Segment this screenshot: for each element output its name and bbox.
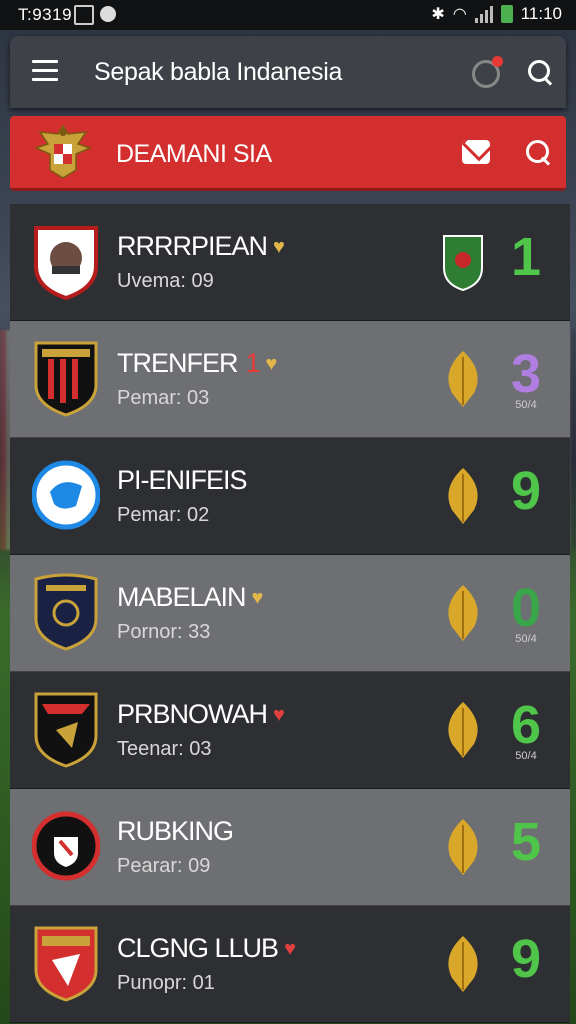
league-name: DEAMANI SIA (116, 140, 272, 168)
app-bar: Sepak babla Indanesia (10, 36, 566, 108)
team-name-line: TRENFER 1 ♥ (117, 348, 278, 379)
team-name-line: RRRRPIEAN ♥ (117, 231, 285, 262)
team-crest (32, 222, 100, 301)
status-clock: 11:10 (520, 4, 562, 23)
team-score-sub: 50/4 (515, 399, 537, 411)
signal-icon (474, 5, 493, 23)
team-score-sub: 50/4 (515, 633, 537, 645)
team-crest (32, 690, 100, 768)
team-row[interactable]: PI-ENIFEIS Pemar: 02 9 (10, 438, 570, 555)
team-row[interactable]: CLGNG LLUB ♥ Punopr: 01 9 (10, 906, 570, 1023)
favorite-heart-icon[interactable]: ♥ (284, 938, 296, 961)
team-name: CLGNG LLUB (117, 933, 279, 963)
team-list: RRRRPIEAN ♥ Uvema: 09 1 TRENFER 1 ♥ Pemar: … (10, 204, 570, 1023)
team-subtitle: Teenar: 03 (117, 738, 212, 760)
team-score-sub: 50/4 (515, 750, 537, 762)
bluetooth-icon: ✱ (431, 6, 445, 23)
team-subtitle: Pemar: 02 (117, 504, 210, 526)
team-name: RUBKING (117, 816, 234, 846)
league-search-icon[interactable] (524, 138, 556, 170)
team-crest (32, 573, 100, 651)
team-subtitle: Pemar: 03 (117, 387, 210, 409)
team-name-line: MABELAIN ♥ (117, 582, 264, 613)
team-score: 9 (510, 929, 542, 989)
team-name: PRBNOWAH (117, 699, 268, 729)
team-row[interactable]: TRENFER 1 ♥ Pemar: 03 3 50/4 (10, 321, 570, 438)
team-subtitle: Punopr: 01 (117, 972, 215, 994)
team-row[interactable]: RUBKING Pearar: 09 5 (10, 789, 570, 906)
leaf-icon (448, 351, 478, 407)
favorite-heart-icon[interactable]: ♥ (266, 353, 278, 376)
team-name: RRRRPIEAN (117, 231, 268, 261)
app-notification-icon (100, 6, 116, 22)
favorite-heart-icon[interactable]: ♥ (273, 236, 285, 259)
team-score: 3 (510, 344, 542, 404)
leaf-icon (448, 936, 478, 992)
team-name-line: CLGNG LLUB ♥ (117, 933, 296, 964)
team-name-line: RUBKING (117, 816, 234, 847)
status-left-text: T:9319 (18, 5, 73, 24)
wifi-icon: ◠ (452, 6, 467, 23)
status-bar: T:9319 ✱ ◠ 11:10 (0, 0, 576, 30)
garuda-logo (33, 124, 93, 179)
favorite-heart-icon[interactable]: ♥ (252, 587, 264, 610)
team-subtitle: Pornor: 33 (117, 621, 211, 643)
team-name: PI-ENIFEIS (117, 465, 248, 495)
team-score: 9 (510, 461, 542, 521)
team-crest (31, 456, 101, 534)
leaf-icon (448, 585, 478, 641)
team-name: TRENFER (117, 348, 238, 378)
leaf-icon (448, 702, 478, 758)
favorite-heart-icon[interactable]: ♥ (273, 704, 285, 727)
team-score: 5 (510, 812, 542, 872)
mail-icon[interactable] (462, 140, 490, 164)
green-shield-icon (443, 235, 483, 292)
team-crest (31, 807, 101, 885)
league-header: DEAMANI SIA (10, 116, 566, 191)
gallery-notification-icon (74, 5, 94, 25)
team-crest (32, 339, 100, 417)
menu-icon[interactable] (32, 60, 58, 82)
team-subtitle: Pearar: 09 (117, 855, 211, 877)
team-row[interactable]: MABELAIN ♥ Pornor: 33 0 50/4 (10, 555, 570, 672)
team-row[interactable]: RRRRPIEAN ♥ Uvema: 09 1 (10, 204, 570, 321)
team-badge-mark: 1 (245, 348, 261, 378)
team-subtitle: Uvema: 09 (117, 270, 214, 292)
team-score: 6 (510, 695, 542, 755)
team-score: 0 (510, 578, 542, 638)
team-name-line: PRBNOWAH ♥ (117, 699, 285, 730)
team-row[interactable]: PRBNOWAH ♥ Teenar: 03 6 50/4 (10, 672, 570, 789)
battery-icon (500, 5, 513, 23)
team-name-line: PI-ENIFEIS (117, 465, 248, 496)
leaf-icon (448, 468, 478, 524)
team-score: 1 (510, 227, 542, 287)
team-crest (32, 924, 100, 1002)
app-title: Sepak babla Indanesia (94, 58, 343, 86)
search-icon[interactable] (526, 58, 556, 88)
leaf-icon (448, 819, 478, 875)
notification-icon[interactable] (468, 56, 503, 90)
team-name: MABELAIN (117, 582, 247, 612)
